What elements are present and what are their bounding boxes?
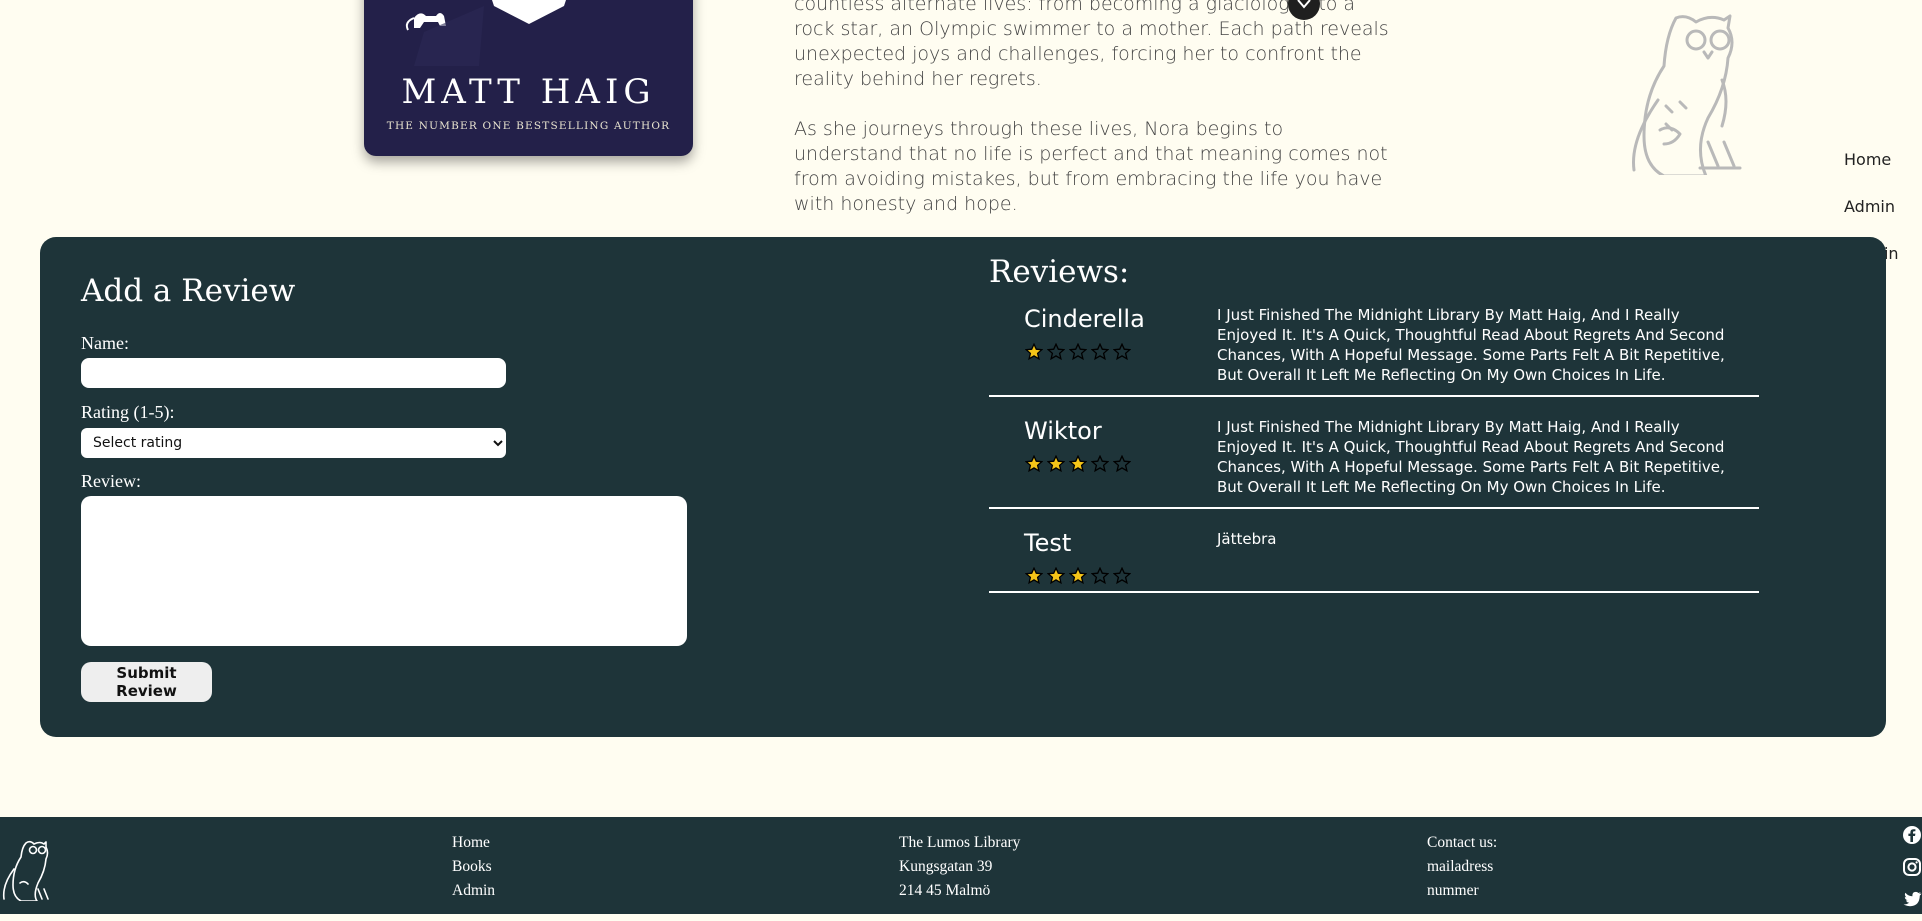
description-paragraph: As she journeys through these lives, Nor… [794, 118, 1388, 215]
contact-heading: Contact us: [1427, 834, 1498, 851]
star-rating [1025, 567, 1131, 585]
street-address: Kungsgatan 39 [899, 858, 993, 875]
postal-city: 214 45 Malmö [899, 882, 991, 899]
star-empty-icon [1069, 343, 1087, 361]
reviewer-name: Test [1024, 529, 1072, 557]
instagram-icon[interactable] [1902, 857, 1922, 877]
footer-address: The Lumos Library Kungsgatan 39 214 45 M… [899, 831, 1020, 903]
review-item: Wiktor I Just Finished The Midnight Libr… [989, 417, 1759, 509]
star-filled-icon [1047, 567, 1065, 585]
star-empty-icon [1113, 343, 1131, 361]
footer-home-link[interactable]: Home [452, 831, 495, 855]
review-textarea[interactable] [81, 496, 687, 646]
nav-home-link[interactable]: Home [1844, 150, 1922, 169]
contact-email: mailadress [1427, 858, 1494, 875]
cover-author-text: MATT HAIG [401, 72, 656, 112]
footer: Home Books Admin The Lumos Library Kungs… [0, 817, 1922, 914]
star-empty-icon [1091, 567, 1109, 585]
star-filled-icon [1025, 567, 1043, 585]
review-item: Test Jättebra [989, 529, 1759, 593]
star-filled-icon [1025, 343, 1043, 361]
library-name: The Lumos Library [899, 834, 1021, 851]
submit-review-button[interactable]: Submit Review [81, 662, 212, 702]
facebook-icon[interactable] [1902, 825, 1922, 845]
review-label: Review: [81, 471, 141, 491]
footer-contact: Contact us: mailadress nummer [1427, 831, 1497, 903]
social-links [1902, 825, 1922, 921]
footer-links: Home Books Admin [452, 831, 495, 903]
nav-admin-link[interactable]: Admin [1844, 197, 1922, 216]
contact-phone: nummer [1427, 882, 1479, 899]
star-rating [1025, 455, 1131, 473]
rating-label: Rating (1-5): [81, 402, 175, 422]
book-description: countless alternate lives: from becoming… [794, 0, 1394, 242]
twitter-icon[interactable] [1902, 889, 1922, 909]
footer-admin-link[interactable]: Admin [452, 879, 495, 903]
owl-logo-icon [1632, 14, 1742, 175]
footer-books-link[interactable]: Books [452, 855, 495, 879]
review-item: Cinderella I Just Finished The Midnight … [989, 305, 1759, 397]
star-empty-icon [1047, 343, 1065, 361]
star-empty-icon [1113, 455, 1131, 473]
review-text: I Just Finished The Midnight Library By … [1217, 306, 1725, 384]
name-label: Name: [81, 333, 129, 353]
star-empty-icon [1091, 455, 1109, 473]
star-filled-icon [1025, 455, 1043, 473]
cover-illustration [364, 0, 693, 66]
star-filled-icon [1047, 455, 1065, 473]
cover-tagline: THE NUMBER ONE BESTSELLING AUTHOR [386, 120, 671, 132]
owl-logo-icon [2, 840, 49, 901]
reviews-title: Reviews: [989, 254, 1130, 290]
star-empty-icon [1113, 567, 1131, 585]
star-rating [1025, 343, 1131, 361]
add-review-title: Add a Review [81, 273, 296, 309]
star-filled-icon [1069, 455, 1087, 473]
star-filled-icon [1069, 567, 1087, 585]
book-cover-image: MATT HAIG THE NUMBER ONE BESTSELLING AUT… [364, 0, 693, 156]
review-text: Jättebra [1217, 530, 1277, 548]
star-empty-icon [1091, 343, 1109, 361]
review-text: I Just Finished The Midnight Library By … [1217, 418, 1725, 496]
reviewer-name: Wiktor [1024, 417, 1102, 445]
rating-select[interactable]: Select rating [81, 428, 506, 458]
reviewer-name: Cinderella [1024, 305, 1145, 333]
name-input[interactable] [81, 358, 506, 388]
review-panel: Add a Review Name: Rating (1-5): Select … [40, 237, 1886, 737]
